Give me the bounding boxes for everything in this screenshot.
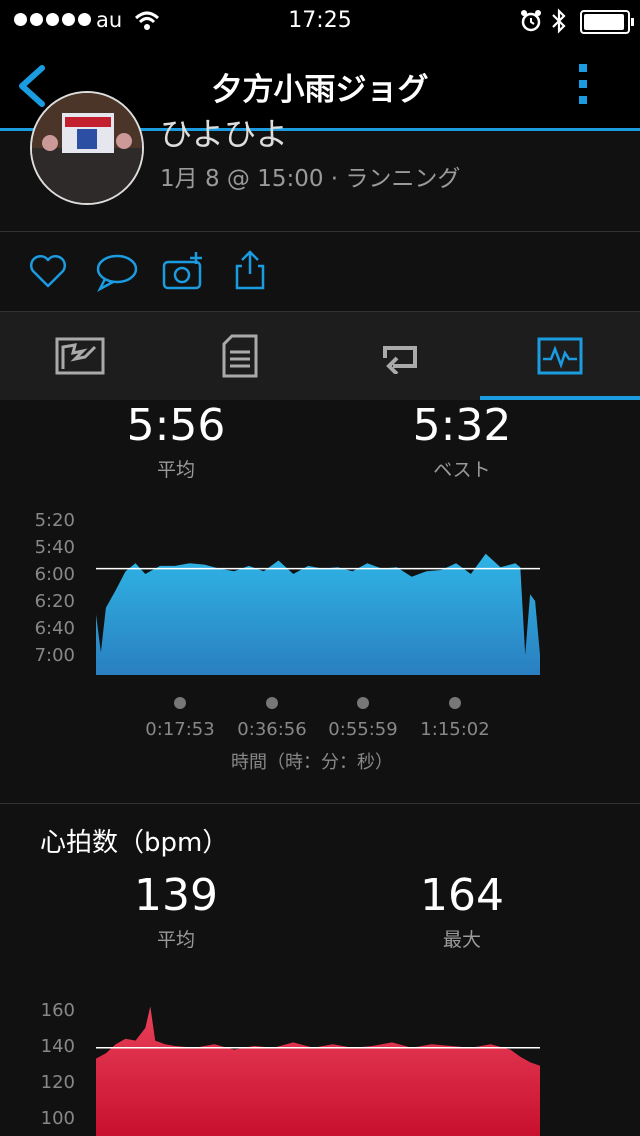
document-icon [222, 334, 258, 378]
pace-chart[interactable]: 5:20 5:40 6:00 6:20 6:40 7:00 0:17:53 0:36:56 0… [0, 500, 640, 780]
divider [0, 803, 640, 804]
pace-x-tick: 1:15:02 [420, 719, 489, 740]
avatar[interactable] [30, 91, 144, 205]
user-name: ひよひよ [160, 115, 289, 153]
pace-y-tick: 7:00 [35, 645, 75, 666]
share-icon[interactable] [232, 248, 268, 292]
tab-details[interactable] [160, 312, 320, 400]
add-photo-icon[interactable] [162, 250, 206, 292]
avg-pace-value: 5:56 [126, 400, 226, 451]
hr-y-tick: 140 [41, 1036, 75, 1057]
pace-y-tick: 6:00 [35, 564, 75, 585]
more-options-icon[interactable] [574, 62, 594, 108]
heart-rate-chart[interactable]: 160 140 120 100 [0, 990, 640, 1136]
repeat-icon [383, 346, 417, 374]
pace-x-tick: 0:55:59 [328, 719, 397, 740]
pace-x-axis-title: 時間（時：分：秒） [231, 752, 393, 773]
pace-area-series [96, 553, 540, 675]
scrub-dot [174, 697, 186, 709]
status-bar: au 17:25 [0, 0, 640, 42]
tab-charts[interactable] [480, 312, 640, 400]
hr-y-tick: 120 [41, 1072, 75, 1093]
tab-laps[interactable] [320, 312, 480, 400]
pace-y-tick: 6:20 [35, 591, 75, 612]
best-pace-label: ベスト [433, 459, 491, 481]
activity-chart-icon [537, 337, 583, 375]
hr-y-tick: 100 [41, 1108, 75, 1129]
max-hr-label: 最大 [442, 929, 481, 951]
pace-y-tick: 6:40 [35, 618, 75, 639]
max-hr-value: 164 [420, 870, 504, 921]
avg-hr-label: 平均 [156, 929, 195, 951]
best-pace-value: 5:32 [412, 400, 512, 451]
avg-hr-value: 139 [134, 870, 218, 921]
comment-icon[interactable] [95, 252, 139, 292]
alarm-icon [521, 10, 541, 32]
heart-rate-area-series [96, 1006, 540, 1136]
activity-header: ひよひよ 1月 8 @ 15:00 · ランニング [0, 91, 640, 231]
heart-rate-title: 心拍数（bpm） [40, 828, 229, 858]
pace-y-tick: 5:20 [35, 510, 75, 531]
action-row [0, 232, 640, 310]
status-time: 17:25 [288, 8, 352, 33]
pace-x-tick: 0:36:56 [237, 719, 306, 740]
tab-bar [0, 311, 640, 400]
bluetooth-icon [552, 8, 566, 34]
heart-icon[interactable] [28, 252, 68, 290]
battery-icon [580, 10, 634, 34]
map-icon [55, 337, 105, 375]
scrub-dot [357, 697, 369, 709]
avg-pace-label: 平均 [156, 459, 195, 481]
scrub-dot [266, 697, 278, 709]
activity-date-type: 1月 8 @ 15:00 · ランニング [160, 166, 461, 192]
hr-y-tick: 160 [41, 1000, 75, 1021]
pace-y-tick: 5:40 [35, 537, 75, 558]
pace-x-tick: 0:17:53 [145, 719, 214, 740]
scrub-dot [449, 697, 461, 709]
tab-map[interactable] [0, 312, 160, 400]
